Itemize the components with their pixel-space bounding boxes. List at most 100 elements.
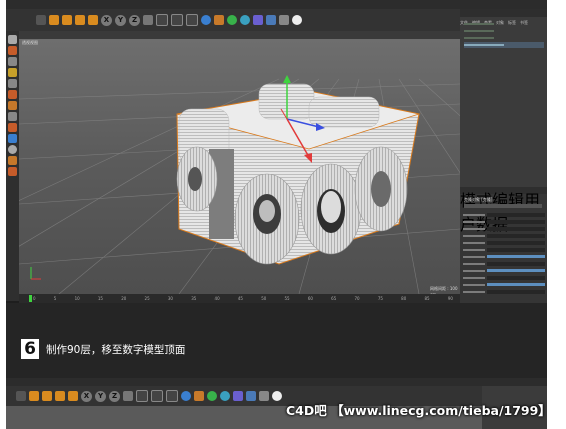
attribute-tabs: 模式编辑用户数据 <box>460 187 547 234</box>
light-icon[interactable] <box>272 391 282 401</box>
viewport-menu: 查看摄像机显示选项过滤面板 <box>19 31 460 47</box>
cube-icon[interactable] <box>181 391 191 401</box>
attr-row[interactable] <box>463 247 545 252</box>
timeline-tick-label: 70 <box>354 296 360 301</box>
attr-row[interactable] <box>463 289 545 294</box>
undo-icon[interactable] <box>16 391 26 401</box>
axis-mode-icon[interactable] <box>8 112 17 121</box>
right-panel: 文件编辑查看对象标签书签 模式编辑用户数据 克隆对象 [克隆] <box>460 9 547 303</box>
timeline-tick-label: 90 <box>447 296 453 301</box>
attr-row[interactable] <box>463 219 545 224</box>
timeline-tick-label: 35 <box>191 296 197 301</box>
floor-icon[interactable] <box>246 391 256 401</box>
timeline-tick-label: 80 <box>401 296 407 301</box>
object-row[interactable] <box>464 28 544 34</box>
select-tool-icon[interactable] <box>68 391 78 401</box>
timeline-tick-label: 10 <box>74 296 80 301</box>
attr-row[interactable] <box>463 254 545 259</box>
y-axis-lock-button[interactable]: Y <box>95 390 106 402</box>
move-tool-icon[interactable] <box>29 391 39 401</box>
x-axis-lock-button[interactable]: X <box>101 14 112 26</box>
pen-icon[interactable] <box>194 391 204 401</box>
edges-mode-icon[interactable] <box>8 90 17 99</box>
viewport-scene <box>19 75 460 294</box>
object-row[interactable] <box>464 35 544 41</box>
step-number-badge: 6 <box>21 339 39 359</box>
undo-icon[interactable] <box>36 15 46 25</box>
pen-icon[interactable] <box>214 15 224 25</box>
timeline-tick-label: 75 <box>377 296 383 301</box>
timeline-tick-label: 85 <box>424 296 430 301</box>
texture-mode-icon[interactable] <box>8 57 17 66</box>
deformer-icon[interactable] <box>233 391 243 401</box>
left-tool-column <box>6 31 19 301</box>
y-axis-lock-button[interactable]: Y <box>115 14 126 26</box>
z-axis-lock-button[interactable]: Z <box>109 390 120 402</box>
coordinate-system-icon[interactable] <box>143 15 153 25</box>
attr-row[interactable] <box>463 275 545 280</box>
timeline-playhead[interactable] <box>29 295 32 302</box>
step-description: 制作90层，移至数字模型顶面 <box>46 344 186 356</box>
make-editable-icon[interactable] <box>8 35 17 44</box>
timeline-tick-label: 55 <box>284 296 290 301</box>
render-picture-icon[interactable] <box>171 14 183 26</box>
attr-row[interactable] <box>463 233 545 238</box>
attr-row[interactable] <box>463 268 545 273</box>
select-tool-icon[interactable] <box>88 15 98 25</box>
timeline-ticks: 0 5 10 15 20 25 30 35 40 45 50 55 60 65 70 75 80 85 90 <box>33 296 453 302</box>
light-icon[interactable] <box>292 15 302 25</box>
x-axis-lock-button[interactable]: X <box>81 390 92 402</box>
array-icon[interactable] <box>240 15 250 25</box>
scale-tool-icon[interactable] <box>42 391 52 401</box>
scale-tool-icon[interactable] <box>62 15 72 25</box>
array-icon[interactable] <box>220 391 230 401</box>
render-settings-icon[interactable] <box>186 14 198 26</box>
lock-icon[interactable] <box>8 145 17 154</box>
attr-row[interactable] <box>463 282 545 287</box>
floor-icon[interactable] <box>266 15 276 25</box>
camera-icon[interactable] <box>259 391 269 401</box>
tutorial-caption: 6 制作90层，移至数字模型顶面 <box>6 303 547 378</box>
attr-row[interactable] <box>463 240 545 245</box>
subdivision-icon[interactable] <box>207 391 217 401</box>
tweak-mode-icon[interactable] <box>8 123 17 132</box>
render-settings-icon[interactable] <box>166 390 178 402</box>
render-view-icon[interactable] <box>136 390 148 402</box>
attribute-subtabs[interactable] <box>464 204 542 208</box>
subdivision-icon[interactable] <box>227 15 237 25</box>
points-mode-icon[interactable] <box>8 79 17 88</box>
c4d-window: 文件编辑创建模式选择工具网格捕捉动画模拟渲染雕刻运动跟踪运动图形角色流水线插件脚… <box>6 0 547 429</box>
sculpt-icon[interactable] <box>8 167 17 176</box>
attr-row[interactable] <box>463 212 545 217</box>
rotate-tool-icon[interactable] <box>55 391 65 401</box>
camera-icon[interactable] <box>279 15 289 25</box>
object-row[interactable] <box>464 21 544 27</box>
perspective-viewport[interactable]: 透视视图 网格间距: 100 <box>19 39 460 294</box>
timeline-tick-label: 50 <box>261 296 267 301</box>
grid-icon[interactable] <box>8 156 17 165</box>
render-view-icon[interactable] <box>156 14 168 26</box>
timeline-tick-label: 5 <box>53 296 57 301</box>
deformer-icon[interactable] <box>253 15 263 25</box>
move-tool-icon[interactable] <box>49 15 59 25</box>
attribute-object-title: 克隆对象 [克隆] <box>464 197 493 202</box>
timeline-tick-label: 15 <box>97 296 103 301</box>
attr-row[interactable] <box>463 226 545 231</box>
attribute-manager: 模式编辑用户数据 克隆对象 [克隆] <box>460 187 547 303</box>
polygons-mode-icon[interactable] <box>8 101 17 110</box>
menu-bar: 文件编辑创建模式选择工具网格捕捉动画模拟渲染雕刻运动跟踪运动图形角色流水线插件脚… <box>6 0 547 16</box>
object-row-selected[interactable] <box>464 42 544 48</box>
coordinate-system-icon[interactable] <box>123 391 133 401</box>
workplane-icon[interactable] <box>8 68 17 77</box>
timeline-tick-label: 65 <box>331 296 337 301</box>
timeline-tick-label: 25 <box>144 296 150 301</box>
grid-spacing-label: 网格间距 : 100 cm <box>430 286 458 294</box>
rotate-tool-icon[interactable] <box>75 15 85 25</box>
render-picture-icon[interactable] <box>151 390 163 402</box>
attr-row[interactable] <box>463 261 545 266</box>
model-mode-icon[interactable] <box>8 46 17 55</box>
timeline[interactable]: 0 5 10 15 20 25 30 35 40 45 50 55 60 65 70 75 80 85 90 <box>19 294 460 303</box>
snap-icon[interactable] <box>8 134 17 143</box>
z-axis-lock-button[interactable]: Z <box>129 14 140 26</box>
cube-icon[interactable] <box>201 15 211 25</box>
